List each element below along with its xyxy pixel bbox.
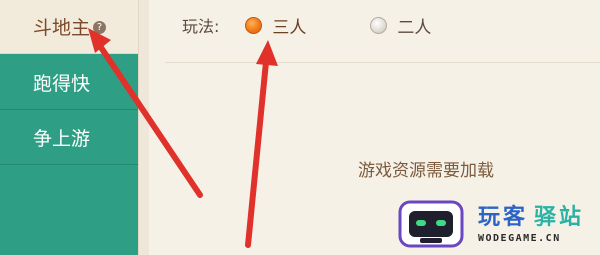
- arrow-to-three-player: [245, 40, 278, 248]
- annotation-arrows: [88, 28, 278, 248]
- arrow-to-doudizhu: [88, 28, 203, 198]
